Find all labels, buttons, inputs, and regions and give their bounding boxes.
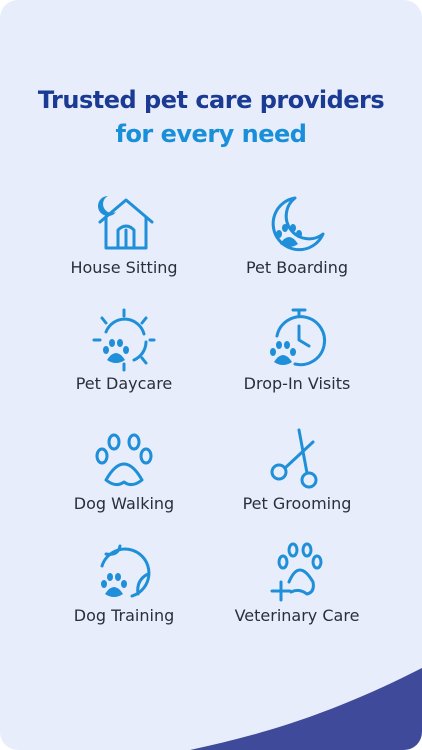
headline-title: Trusted pet care providers [37, 86, 385, 114]
house-moon-icon [92, 192, 156, 256]
service-dog-training[interactable]: Dog Training [34, 540, 214, 625]
clock-paw-icon [265, 308, 329, 372]
service-house-sitting[interactable]: House Sitting [34, 192, 214, 277]
service-veterinary-care[interactable]: Veterinary Care [207, 540, 387, 625]
paw-icon [92, 428, 156, 492]
service-pet-daycare[interactable]: Pet Daycare [34, 308, 214, 393]
screen-card: Trusted pet care providers for every nee… [0, 0, 422, 750]
service-drop-in-visits[interactable]: Drop-In Visits [207, 308, 387, 393]
service-label: Dog Walking [73, 494, 175, 513]
service-label: Dog Training [73, 606, 175, 625]
headline-subtitle: for every need [115, 120, 307, 148]
service-pet-boarding[interactable]: Pet Boarding [207, 192, 387, 277]
service-label: Pet Grooming [242, 494, 352, 513]
ball-paw-icon [92, 540, 156, 604]
paw-medical-cross-icon [265, 540, 329, 604]
service-dog-walking[interactable]: Dog Walking [34, 428, 214, 513]
sun-paw-icon [92, 308, 156, 372]
service-label: Pet Boarding [245, 258, 349, 277]
scissors-icon [265, 428, 329, 492]
service-label: House Sitting [70, 258, 178, 277]
moon-paw-icon [265, 192, 329, 256]
service-label: Drop-In Visits [243, 374, 351, 393]
service-label: Pet Daycare [75, 374, 173, 393]
service-label: Veterinary Care [234, 606, 360, 625]
service-pet-grooming[interactable]: Pet Grooming [207, 428, 387, 513]
